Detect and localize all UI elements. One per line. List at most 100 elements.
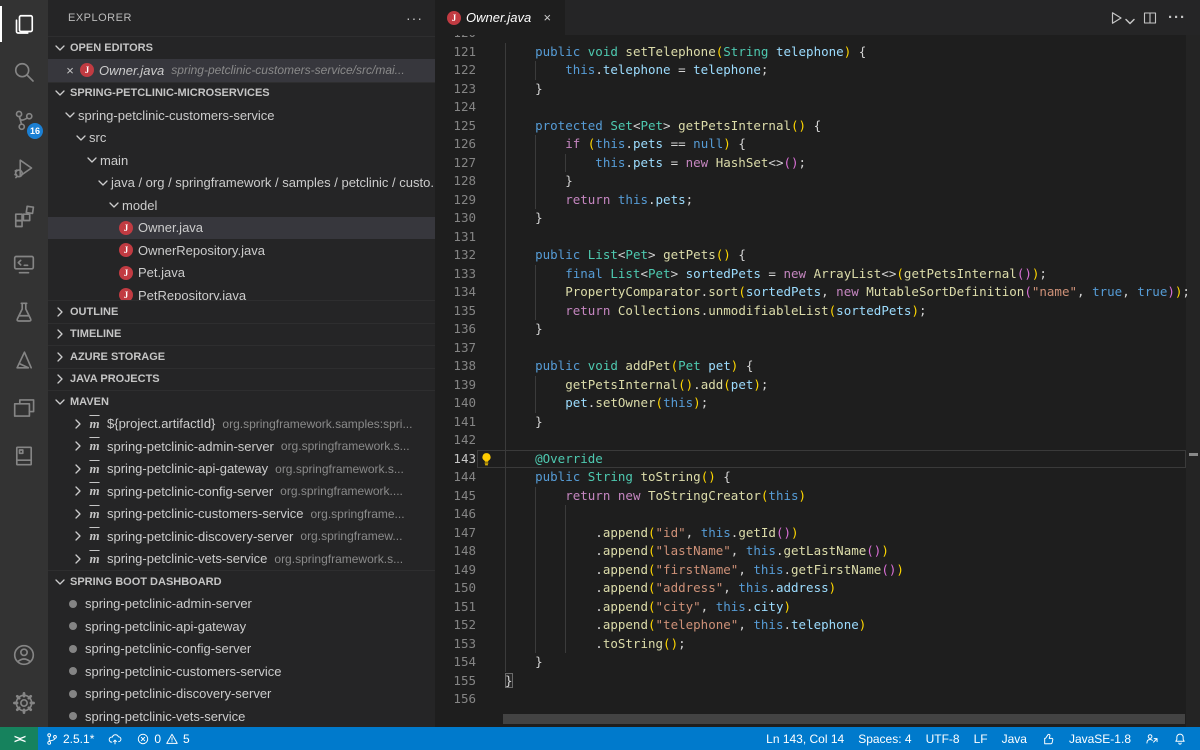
code-token: , <box>723 580 738 595</box>
remote-explorer-icon[interactable] <box>0 240 48 288</box>
chevron-down-icon <box>52 574 68 590</box>
code-token: void <box>588 358 626 373</box>
sidebar-more-actions[interactable]: ··· <box>406 10 423 26</box>
tree-item-owner-java[interactable]: JOwner.java <box>48 217 435 240</box>
code-token: unmodifiableList <box>708 303 828 318</box>
java-server-status[interactable] <box>1034 727 1062 750</box>
run-button[interactable] <box>1108 10 1132 26</box>
maven-item[interactable]: mspring-petclinic-api-gatewayorg.springf… <box>48 458 435 481</box>
tab-close-icon[interactable]: × <box>539 10 555 25</box>
code-token: new <box>783 266 813 281</box>
open-editor-item-owner-java[interactable]: ×JOwner.javaspring-petclinic-customers-s… <box>48 59 435 82</box>
tree-item-petrepository-java[interactable]: JPetRepository.java <box>48 284 435 300</box>
boot-dashboard-item[interactable]: spring-petclinic-customers-service <box>48 660 435 683</box>
section-spring-boot-dashboard[interactable]: SPRING BOOT DASHBOARD <box>48 570 435 593</box>
tree-item-java-org-springframework-samples-petclinic-custo-[interactable]: java / org / springframework / samples /… <box>48 172 435 195</box>
section-azure-storage-label: AZURE STORAGE <box>70 351 165 363</box>
section-azure-storage[interactable]: AZURE STORAGE <box>48 345 435 368</box>
language-mode[interactable]: Java <box>995 727 1034 750</box>
account-icon[interactable] <box>0 631 48 679</box>
maven-item-label: spring-petclinic-config-server <box>107 484 273 499</box>
app-status-icon <box>69 645 77 653</box>
code-token: . <box>595 543 603 558</box>
tree-item-label: spring-petclinic-customers-service <box>78 108 275 123</box>
split-editor-button[interactable] <box>1142 10 1158 26</box>
problems-status[interactable]: 05 <box>129 727 196 750</box>
tab-bar: J Owner.java × ··· <box>435 0 1200 35</box>
code-token: this <box>595 136 625 151</box>
section-open-editors[interactable]: OPEN EDITORS <box>48 36 435 59</box>
code-token: pet <box>731 377 754 392</box>
windows-stack-icon[interactable] <box>0 384 48 432</box>
maven-item[interactable]: mspring-petclinic-vets-serviceorg.spring… <box>48 548 435 571</box>
boot-dashboard-item[interactable]: spring-petclinic-admin-server <box>48 593 435 616</box>
code-token: { <box>851 44 866 59</box>
tree-item-pet-java[interactable]: JPet.java <box>48 262 435 285</box>
code-token: this <box>716 599 746 614</box>
horizontal-scrollbar[interactable] <box>503 714 1185 724</box>
search-icon[interactable] <box>0 48 48 96</box>
feedback[interactable] <box>1138 727 1166 750</box>
java-runtime[interactable]: JavaSE-1.8 <box>1062 727 1138 750</box>
indentation[interactable]: Spaces: 4 <box>851 727 918 750</box>
indent-guide <box>505 579 506 598</box>
section-maven[interactable]: MAVEN <box>48 390 435 413</box>
boot-dashboard-item[interactable]: spring-petclinic-api-gateway <box>48 615 435 638</box>
line-number: 135 <box>435 302 476 321</box>
code-line-text <box>505 35 1186 43</box>
cursor-position[interactable]: Ln 143, Col 14 <box>759 727 851 750</box>
code-editor[interactable]: 120121public void setTelephone(String te… <box>435 35 1200 727</box>
vertical-scrollbar[interactable] <box>1186 35 1200 727</box>
extensions-icon[interactable] <box>0 192 48 240</box>
azure-icon[interactable] <box>0 336 48 384</box>
code-line-131: 131 <box>505 228 1186 247</box>
run-debug-icon[interactable] <box>0 144 48 192</box>
maven-item[interactable]: mspring-petclinic-customers-serviceorg.s… <box>48 503 435 526</box>
code-line-137: 137 <box>505 339 1186 358</box>
maven-item[interactable]: m${project.artifactId}org.springframewor… <box>48 413 435 436</box>
boot-dashboard-item[interactable]: spring-petclinic-config-server <box>48 638 435 661</box>
java-file-icon: J <box>119 288 133 300</box>
tree-item-main[interactable]: main <box>48 149 435 172</box>
boot-dashboard-item[interactable]: spring-petclinic-vets-service <box>48 705 435 727</box>
section-open-editors-label: OPEN EDITORS <box>70 42 153 54</box>
notifications[interactable] <box>1166 727 1194 750</box>
indent-guide <box>565 579 566 598</box>
code-token: pets <box>656 192 686 207</box>
code-token: append <box>603 543 648 558</box>
close-icon[interactable]: × <box>62 63 78 78</box>
tree-item-src[interactable]: src <box>48 127 435 150</box>
code-token: > <box>671 266 686 281</box>
editor-more-button[interactable]: ··· <box>1168 9 1186 26</box>
sync-status[interactable] <box>101 727 129 750</box>
boot-item-label: spring-petclinic-vets-service <box>85 709 245 724</box>
code-token: } <box>535 210 543 225</box>
encoding[interactable]: UTF-8 <box>919 727 967 750</box>
section-outline[interactable]: OUTLINE <box>48 300 435 323</box>
language-mode-label: Java <box>1002 732 1027 746</box>
notebook-icon[interactable] <box>0 432 48 480</box>
code-token: Pet <box>648 266 671 281</box>
maven-item[interactable]: mspring-petclinic-admin-serverorg.spring… <box>48 435 435 458</box>
lightbulb-icon[interactable] <box>479 452 494 467</box>
section-timeline[interactable]: TIMELINE <box>48 323 435 346</box>
section-java-projects[interactable]: JAVA PROJECTS <box>48 368 435 391</box>
code-line-126: 126if (this.pets == null) { <box>505 135 1186 154</box>
explorer-icon[interactable] <box>0 0 48 48</box>
section-workspace[interactable]: SPRING-PETCLINIC-MICROSERVICES <box>48 82 435 105</box>
branch-status[interactable]: 2.5.1* <box>38 727 101 750</box>
tree-item-ownerrepository-java[interactable]: JOwnerRepository.java <box>48 239 435 262</box>
tab-owner-java[interactable]: J Owner.java × <box>435 0 565 35</box>
maven-item[interactable]: mspring-petclinic-config-serverorg.sprin… <box>48 480 435 503</box>
tree-item-spring-petclinic-customers-service[interactable]: spring-petclinic-customers-service <box>48 104 435 127</box>
tree-item-model[interactable]: model <box>48 194 435 217</box>
indent-guide <box>565 542 566 561</box>
maven-item[interactable]: mspring-petclinic-discovery-serverorg.sp… <box>48 525 435 548</box>
eol[interactable]: LF <box>967 727 995 750</box>
test-beaker-icon[interactable] <box>0 288 48 336</box>
boot-dashboard-item[interactable]: spring-petclinic-discovery-server <box>48 683 435 706</box>
source-control-icon[interactable]: 16 <box>0 96 48 144</box>
remote-indicator[interactable]: >< <box>0 727 38 750</box>
boot-item-label: spring-petclinic-admin-server <box>85 596 252 611</box>
settings-gear-icon[interactable] <box>0 679 48 727</box>
